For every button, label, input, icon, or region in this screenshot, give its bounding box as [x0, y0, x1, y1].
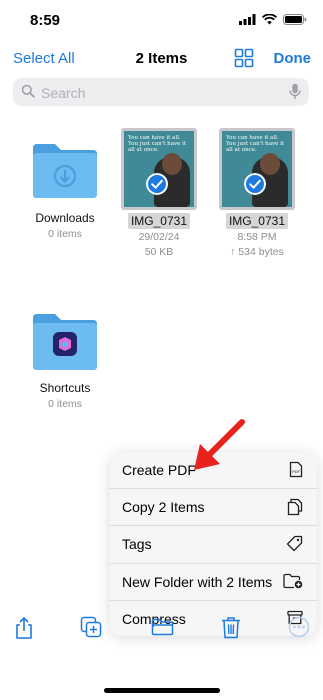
item-meta: 0 items	[48, 228, 82, 240]
thumbnail-quote: You can have it all. You just can't have…	[226, 135, 285, 153]
annotation-arrow-icon	[194, 419, 245, 470]
item-name: Downloads	[35, 211, 95, 225]
item-name: Shortcuts	[39, 381, 91, 395]
menu-item-label: Copy 2 Items	[122, 499, 205, 516]
wifi-icon	[262, 14, 277, 25]
microphone-icon[interactable]	[289, 83, 301, 100]
folder-icon[interactable]	[151, 618, 174, 636]
item-time: 8:58 PM	[237, 231, 277, 243]
trash-icon[interactable]	[221, 616, 241, 639]
file-item-img-0731[interactable]: You can have it all. You just can't have…	[114, 128, 204, 258]
menu-item-label: Create PDF	[122, 462, 196, 478]
share-icon[interactable]	[14, 616, 34, 640]
menu-item-new-folder[interactable]: New Folder with 2 Items	[110, 564, 317, 601]
status-bar: 8:59	[0, 0, 323, 40]
grid-view-icon[interactable]	[234, 48, 254, 68]
item-name: IMG_0731	[225, 213, 289, 229]
search-bar[interactable]	[13, 78, 309, 106]
item-name: IMG_0731	[127, 213, 191, 229]
menu-item-label: New Folder with 2 Items	[122, 573, 273, 590]
done-button[interactable]: Done	[274, 50, 312, 67]
battery-icon	[283, 14, 307, 25]
image-thumbnail: You can have it all. You just can't have…	[121, 128, 197, 210]
folder-item-downloads[interactable]: Downloads 0 items	[20, 140, 110, 240]
downloads-folder-icon	[33, 144, 97, 198]
file-item-img-0731-copy[interactable]: You can have it all. You just can't have…	[212, 128, 302, 258]
item-size: 50 KB	[144, 246, 174, 258]
thumbnail-person-head	[162, 153, 182, 175]
tag-icon	[286, 536, 303, 552]
shortcuts-folder-icon	[33, 314, 97, 370]
cellular-signal-icon	[239, 14, 256, 25]
selected-checkmark-icon	[146, 173, 168, 195]
item-size: ↑ 534 bytes	[230, 246, 284, 258]
pdf-document-icon: PDF	[289, 461, 303, 478]
status-icons	[239, 14, 307, 25]
search-icon	[21, 84, 35, 98]
folder-badge-plus-icon	[283, 573, 303, 588]
status-time: 8:59	[30, 12, 61, 29]
duplicate-icon[interactable]	[80, 616, 102, 638]
thumbnail-quote: You can have it all. You just can't have…	[128, 135, 187, 153]
item-date: 29/02/24	[138, 231, 180, 243]
menu-item-copy[interactable]: Copy 2 Items	[110, 489, 317, 527]
navigation-bar: Select All 2 Items Done	[0, 44, 323, 74]
image-thumbnail: You can have it all. You just can't have…	[219, 128, 295, 210]
selected-checkmark-icon	[244, 173, 266, 195]
search-input[interactable]	[39, 82, 283, 104]
svg-text:PDF: PDF	[292, 469, 301, 474]
more-options-icon[interactable]	[288, 616, 310, 638]
item-meta: 0 items	[48, 398, 82, 410]
bottom-toolbar	[0, 606, 323, 656]
menu-item-tags[interactable]: Tags	[110, 526, 317, 564]
thumbnail-person-head	[260, 153, 280, 175]
folder-item-shortcuts[interactable]: Shortcuts 0 items	[20, 310, 110, 410]
menu-item-label: Tags	[122, 536, 152, 553]
copy-documents-icon	[287, 499, 303, 516]
home-indicator	[104, 688, 220, 693]
